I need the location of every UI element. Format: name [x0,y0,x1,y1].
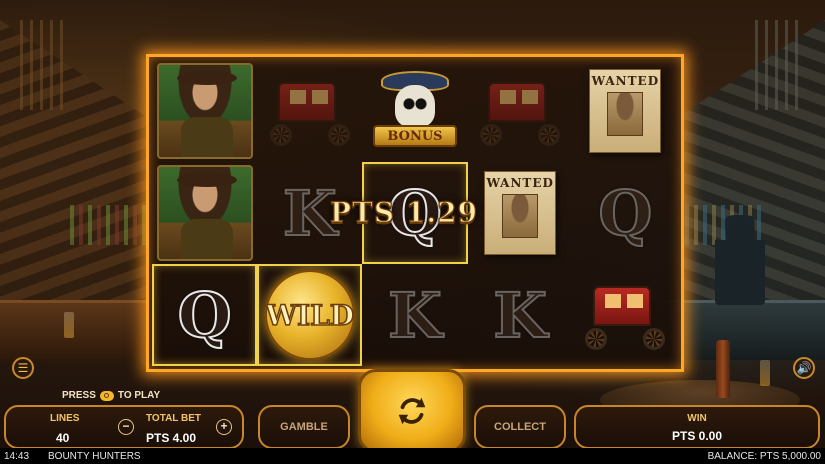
bet-panel: LINES 40 − TOTAL BET PTS 4.00 + [4,405,244,449]
reel-cell: K [362,264,467,366]
menu-icon: ☰ [17,361,29,375]
reel-cell: BONUS [362,60,467,162]
left-shelf-bottles [70,205,150,245]
lines-label: LINES [50,413,80,424]
letter-k-symbol: K [492,278,548,353]
wanted-label: WANTED [486,176,554,190]
spin-icon [398,397,426,425]
whiskey-bottle [716,340,730,398]
wanted-poster-symbol: WANTED [484,171,557,255]
reel-cell: Q [573,162,678,264]
total-bet-label: TOTAL BET [146,413,201,424]
decrease-bet-button[interactable]: − [118,419,134,435]
sound-button[interactable]: 🔊 [793,357,815,379]
cowboy-at-bar [715,215,765,305]
status-bar: 14:43 BOUNTY HUNTERS BALANCE: PTS 5,000.… [0,448,825,464]
reel-cell [257,60,362,162]
wanted-label: WANTED [591,74,660,88]
reel-cell [468,60,573,162]
press-prefix: PRESS [62,390,96,401]
lines-value: 40 [56,431,70,445]
sound-icon: 🔊 [796,361,812,375]
win-amount: PTS 1.29 [329,195,479,229]
right-railing [755,20,805,110]
reel-cell: Q [152,264,258,366]
reel-cell: K [468,264,573,366]
bounty-hunter-symbol [156,165,253,261]
stagecoach-symbol [579,280,671,350]
letter-q-symbol: Q [177,278,233,353]
glass [760,360,770,386]
win-panel: WIN PTS 0.00 [574,405,820,449]
menu-button[interactable]: ☰ [12,357,34,379]
reel-cell: WILD [257,264,363,366]
collect-label: COLLECT [494,421,546,433]
bonus-skull-symbol: BONUS [367,63,463,159]
press-suffix: TO PLAY [117,390,161,401]
right-bar-counter [665,300,825,360]
left-railing [20,20,70,110]
reel-cell [152,162,257,264]
win-value: PTS 0.00 [671,429,723,443]
spin-button[interactable] [358,369,466,453]
increase-bet-button[interactable]: + [216,419,232,435]
letter-q-symbol: Q [597,176,653,251]
glass [64,312,74,338]
wild-coin-symbol: WILD [263,269,356,361]
reel-cell: WANTED [573,60,678,162]
stagecoach-symbol [264,76,356,146]
clock: 14:43 [4,450,30,462]
stagecoach-symbol [474,76,566,146]
collect-button[interactable]: COLLECT [474,405,566,449]
wanted-poster-symbol: WANTED [589,69,662,153]
bounty-hunter-symbol [156,63,253,159]
gamble-label: GAMBLE [280,421,328,433]
reel-cell [152,60,257,162]
letter-k-symbol: K [387,278,443,353]
bonus-label: BONUS [387,128,443,144]
game-title: BOUNTY HUNTERS [48,450,141,462]
gamble-button[interactable]: GAMBLE [258,405,350,449]
wild-label: WILD [265,298,355,333]
reel-cell: WANTED [468,162,573,264]
reel-cell [573,264,678,366]
total-bet-value: PTS 4.00 [146,431,197,445]
press-to-play-hint: PRESS TO PLAY [62,390,160,401]
left-bar-counter [0,300,150,360]
balance: BALANCE: PTS 5,000.00 [707,450,821,462]
letter-k-symbol: K [282,176,338,251]
key-icon [99,390,114,401]
win-label: WIN [687,413,707,424]
